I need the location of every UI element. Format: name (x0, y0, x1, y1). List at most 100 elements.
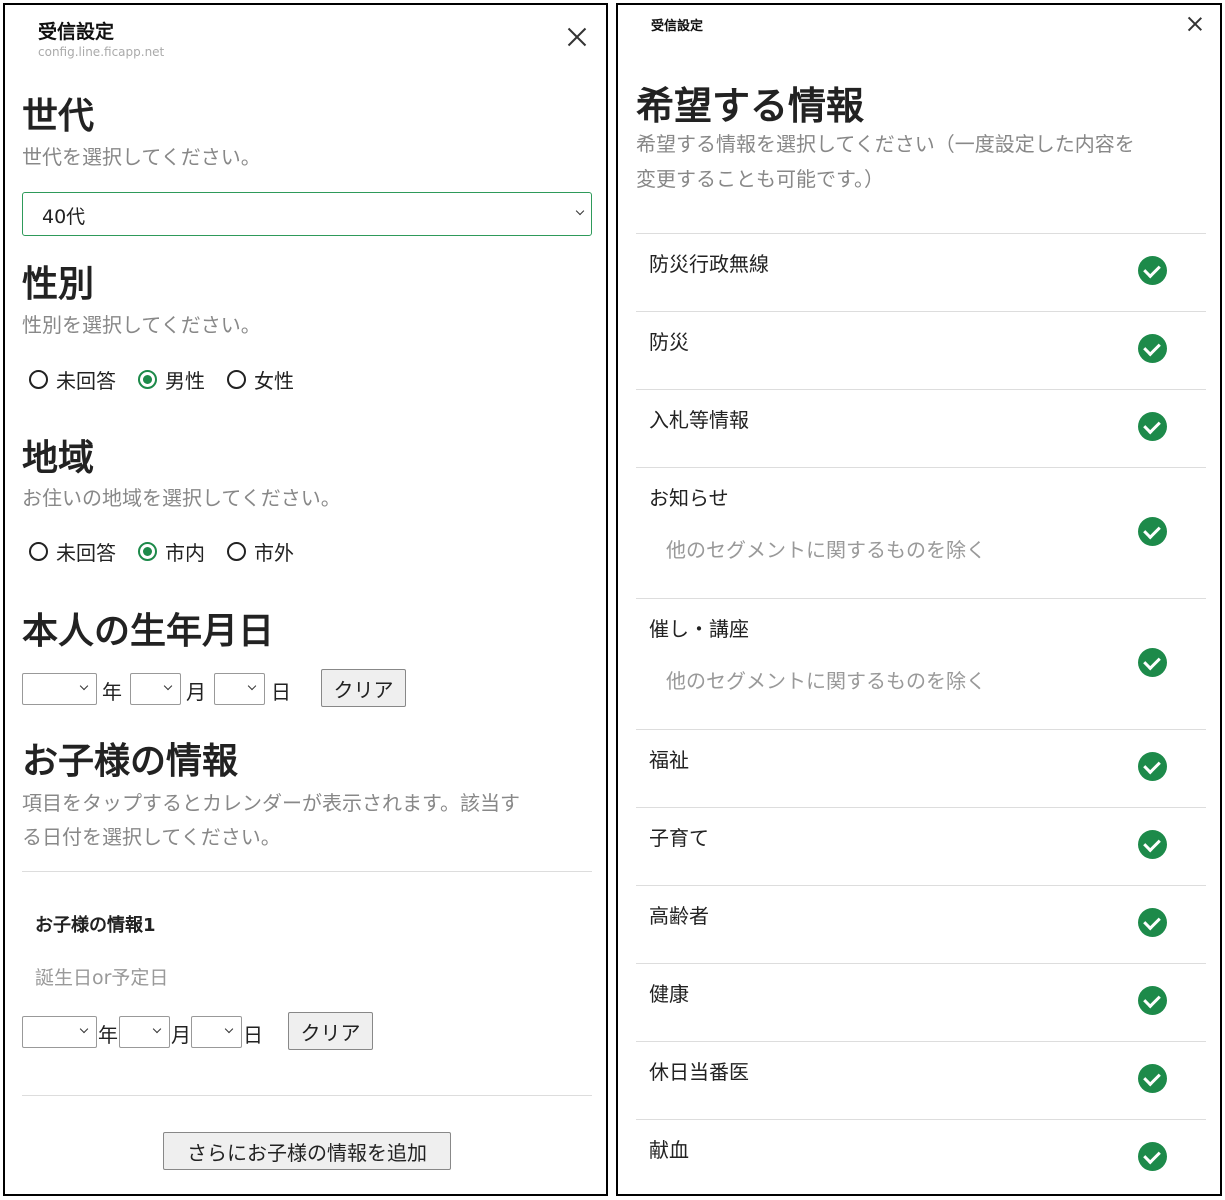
gender-radio-male[interactable]: 男性 (138, 365, 205, 394)
child1-date-label: 誕生日or予定日 (35, 967, 169, 989)
child1-month-select[interactable] (119, 1016, 170, 1048)
check-circle-icon[interactable] (1138, 648, 1167, 677)
chevron-down-icon (79, 1024, 89, 1034)
info-description-line1: 希望する情報を選択してください（一度設定した内容を (636, 132, 1135, 156)
generation-select[interactable]: 40代 (22, 192, 592, 236)
child1-title: お子様の情報1 (35, 915, 156, 936)
gender-radio-female[interactable]: 女性 (227, 365, 294, 394)
item-label: 防災行政無線 (649, 252, 769, 276)
region-description: お住いの地域を選択してください。 (22, 486, 341, 510)
item-label: 入札等情報 (649, 408, 749, 432)
chevron-down-icon (163, 681, 173, 691)
add-child-button[interactable]: さらにお子様の情報を追加 (163, 1132, 451, 1170)
region-radio-group: 未回答 市内 市外 (29, 537, 316, 566)
birth-year-select[interactable] (22, 673, 97, 705)
close-icon[interactable] (563, 23, 591, 51)
gender-radio-group: 未回答 男性 女性 (29, 365, 316, 394)
list-item[interactable]: 献血 (636, 1119, 1206, 1194)
item-label: 献血 (649, 1138, 689, 1162)
child1-year-select[interactable] (22, 1016, 97, 1048)
birthday-clear-button[interactable]: クリア (321, 669, 406, 707)
children-description-line2: る日付を選択してください。 (22, 825, 281, 849)
radio-circle-selected (138, 370, 157, 389)
item-label: 健康 (649, 982, 689, 1006)
item-label: 高齢者 (649, 904, 709, 928)
child1-day-select[interactable] (191, 1016, 242, 1048)
check-circle-icon[interactable] (1138, 986, 1167, 1015)
check-circle-icon[interactable] (1138, 334, 1167, 363)
header-url: config.line.ficapp.net (38, 45, 165, 59)
check-circle-icon[interactable] (1138, 1142, 1167, 1171)
children-description-line1: 項目をタップするとカレンダーが表示されます。該当す (22, 791, 520, 815)
settings-panel-right: 受信設定 希望する情報 希望する情報を選択してください（一度設定した内容を 変更… (616, 3, 1222, 1196)
birthday-heading: 本人の生年月日 (22, 611, 275, 652)
list-item[interactable]: 高齢者 (636, 885, 1206, 963)
children-heading: お子様の情報 (22, 741, 239, 782)
month-unit-label: 月 (171, 1023, 191, 1047)
check-circle-icon[interactable] (1138, 1064, 1167, 1093)
gender-description: 性別を選択してください。 (22, 313, 261, 337)
radio-label: 女性 (254, 369, 294, 393)
year-unit-label: 年 (102, 680, 122, 704)
radio-label: 未回答 (56, 369, 116, 393)
info-description: 希望する情報を選択してください（一度設定した内容を 変更することも可能です。） (636, 127, 1206, 197)
divider (22, 1095, 592, 1096)
info-list: 防災行政無線 防災 入札等情報 お知らせ 他のセグメントに関するものを除く 催し… (636, 233, 1206, 1194)
gender-radio-unanswered[interactable]: 未回答 (29, 365, 116, 394)
chevron-down-icon (152, 1024, 162, 1034)
check-circle-icon[interactable] (1138, 412, 1167, 441)
region-radio-outside-city[interactable]: 市外 (227, 537, 294, 566)
list-item[interactable]: 入札等情報 (636, 389, 1206, 467)
check-circle-icon[interactable] (1138, 830, 1167, 859)
settings-panel-left: 受信設定 config.line.ficapp.net 世代 世代を選択してくだ… (3, 3, 608, 1196)
check-circle-icon[interactable] (1138, 752, 1167, 781)
chevron-down-icon (247, 681, 257, 691)
radio-circle-selected (138, 542, 157, 561)
list-item[interactable]: 健康 (636, 963, 1206, 1041)
header-title: 受信設定 (651, 19, 704, 34)
list-item[interactable]: お知らせ 他のセグメントに関するものを除く (636, 467, 1206, 598)
list-item[interactable]: 福祉 (636, 729, 1206, 807)
check-circle-icon[interactable] (1138, 256, 1167, 285)
item-label: 子育て (649, 826, 709, 850)
item-label: 防災 (649, 330, 689, 354)
region-radio-unanswered[interactable]: 未回答 (29, 537, 116, 566)
item-label: 福祉 (649, 748, 689, 772)
generation-select-value: 40代 (42, 206, 86, 228)
radio-label: 市内 (165, 541, 205, 565)
item-note: 他のセグメントに関するものを除く (666, 538, 986, 562)
child1-clear-button[interactable]: クリア (288, 1012, 373, 1050)
header-title: 受信設定 (38, 21, 115, 43)
list-item[interactable]: 休日当番医 (636, 1041, 1206, 1119)
radio-circle (227, 542, 246, 561)
item-label: 休日当番医 (649, 1060, 749, 1084)
item-label: 催し・講座 (649, 617, 749, 641)
radio-circle (29, 542, 48, 561)
birth-month-select[interactable] (130, 673, 181, 705)
item-note: 他のセグメントに関するものを除く (666, 669, 986, 693)
gender-heading: 性別 (22, 264, 95, 305)
list-item[interactable]: 子育て (636, 807, 1206, 885)
info-description-line2: 変更することも可能です。） (636, 167, 884, 191)
info-heading: 希望する情報 (636, 84, 865, 128)
item-label: お知らせ (649, 486, 729, 510)
list-item[interactable]: 防災行政無線 (636, 233, 1206, 311)
region-radio-inside-city[interactable]: 市内 (138, 537, 205, 566)
check-circle-icon[interactable] (1138, 517, 1167, 546)
chevron-down-icon (224, 1024, 234, 1034)
radio-label: 男性 (165, 369, 205, 393)
year-unit-label: 年 (98, 1023, 118, 1047)
close-icon[interactable] (1186, 15, 1204, 33)
day-unit-label: 日 (271, 680, 291, 704)
chevron-down-icon (79, 681, 89, 691)
list-item[interactable]: 防災 (636, 311, 1206, 389)
radio-circle (29, 370, 48, 389)
region-heading: 地域 (22, 438, 95, 479)
check-circle-icon[interactable] (1138, 908, 1167, 937)
divider (22, 871, 592, 872)
radio-label: 未回答 (56, 541, 116, 565)
generation-heading: 世代 (22, 96, 95, 137)
birth-day-select[interactable] (214, 673, 265, 705)
list-item[interactable]: 催し・講座 他のセグメントに関するものを除く (636, 598, 1206, 729)
day-unit-label: 日 (243, 1023, 263, 1047)
